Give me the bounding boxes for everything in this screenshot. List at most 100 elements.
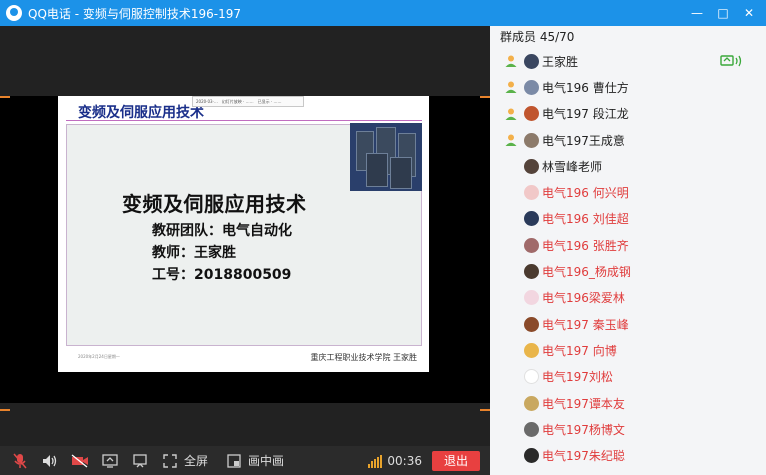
member-name: 电气197朱纪聪 (542, 449, 625, 464)
slide-main-title: 变频及伺服应用技术 (122, 192, 307, 216)
frame-corner (480, 96, 490, 106)
member-row[interactable]: 电气196 刘佳超 (490, 206, 766, 232)
avatar (524, 185, 539, 201)
avatar (524, 158, 539, 174)
toolbar-item: 幻灯片放映 · …… (221, 98, 254, 104)
avatar (524, 132, 539, 148)
slide-teacher: 教师：王家胜 (152, 245, 236, 261)
member-list[interactable]: 王家胜电气196 曹仕方 电气197 段江龙 电气197王成意 林雪峰老师电气196 … (490, 48, 766, 469)
member-host-icon (504, 54, 518, 68)
member-row[interactable]: 电气196 张胜齐 (490, 232, 766, 258)
member-row[interactable]: 电气197杨博文 (490, 416, 766, 442)
member-host-icon (504, 107, 518, 121)
member-row[interactable]: 电气197谭本友 (490, 390, 766, 416)
close-button[interactable]: ✕ (736, 0, 762, 26)
screen-sharing-icon (720, 54, 746, 68)
avatar (524, 211, 539, 227)
member-name: 电气197 秦玉峰 (542, 317, 629, 332)
avatar (524, 290, 539, 306)
member-host-icon (504, 80, 518, 94)
avatar (524, 421, 539, 437)
call-controls-bar: 全屏 画中画 00:36 退出 (0, 446, 490, 475)
window-controls: — □ ✕ (684, 0, 762, 26)
member-name: 电气196梁爱林 (542, 291, 625, 306)
avatar (524, 53, 539, 69)
speaker-icon[interactable] (40, 452, 60, 470)
member-row[interactable]: 电气196梁爱林 (490, 285, 766, 311)
window-title: QQ电话 - 变频与伺服控制技术196-197 (28, 6, 241, 21)
member-name: 电气197刘松 (542, 370, 613, 385)
member-name: 电气197谭本友 (542, 396, 625, 411)
toolbar-item: 已显示 · …… (257, 98, 282, 104)
member-name: 电气196 刘佳超 (542, 212, 629, 227)
microphone-muted-icon[interactable] (10, 452, 30, 470)
slide-footer-school: 重庆工程职业技术学院 王家胜 (310, 353, 417, 362)
member-name: 电气197杨博文 (542, 422, 625, 437)
member-count: 群成员 45/70 (500, 30, 575, 44)
shared-slide: 变频及伺服应用技术 2020·03·… 幻灯片放映 · …… 已显示 · …… … (58, 96, 429, 372)
frame-corner (0, 96, 10, 106)
avatar (524, 106, 539, 122)
member-name: 林雪峰老师 (542, 159, 603, 174)
call-timer: 00:36 (387, 453, 422, 468)
member-row[interactable]: 电气197 段江龙 (490, 101, 766, 127)
member-name: 王家胜 (542, 54, 579, 69)
avatar (524, 395, 539, 411)
signal-bar (368, 463, 371, 468)
member-row[interactable]: 电气196 何兴明 (490, 179, 766, 205)
qq-call-window: QQ电话 - 变频与伺服控制技术196-197 — □ ✕ 变频及伺服应用技术 … (0, 0, 766, 475)
avatar (524, 448, 539, 464)
avatar (524, 264, 539, 280)
member-row[interactable]: 电气197刘松 (490, 364, 766, 390)
avatar (524, 237, 539, 253)
avatar (524, 316, 539, 332)
member-row[interactable]: 林雪峰老师 (490, 153, 766, 179)
maximize-button[interactable]: □ (710, 0, 736, 26)
picture-in-picture-button[interactable]: 画中画 (248, 452, 284, 469)
title-bar: QQ电话 - 变频与伺服控制技术196-197 — □ ✕ (0, 0, 766, 26)
member-name: 电气196 张胜齐 (542, 238, 629, 253)
member-name: 电气197 向博 (542, 343, 617, 358)
member-host-icon (504, 133, 518, 147)
frame-corner (480, 401, 490, 411)
signal-bar (371, 461, 374, 468)
exit-button[interactable]: 退出 (432, 450, 480, 471)
share-screen-icon[interactable] (100, 452, 120, 470)
minimize-button[interactable]: — (684, 0, 710, 26)
member-name: 电气197王成意 (542, 133, 625, 148)
fullscreen-button[interactable]: 全屏 (184, 452, 208, 469)
member-row[interactable]: 王家胜 (490, 48, 766, 74)
frame-corner (0, 401, 10, 411)
inverter-cabinet-image (350, 123, 422, 191)
signal-bar (380, 454, 383, 468)
member-row[interactable]: 电气197王成意 (490, 127, 766, 153)
member-name: 电气196 曹仕方 (542, 80, 629, 95)
signal-bar (374, 459, 377, 468)
member-panel: 群成员 45/70 王家胜电气196 曹仕方 电气197 段江龙 电气197王成意林… (490, 26, 766, 475)
avatar (524, 369, 539, 385)
qq-call-logo-icon (6, 5, 22, 21)
presentation-toolbar: 2020·03·… 幻灯片放映 · …… 已显示 · …… (192, 96, 304, 107)
member-row[interactable]: 电气197 向博 (490, 337, 766, 363)
slide-staff-no: 工号：2018800509 (152, 267, 292, 283)
signal-bar (377, 456, 380, 468)
fullscreen-icon[interactable] (160, 452, 180, 470)
member-name: 电气196_杨成钢 (542, 265, 631, 280)
avatar (524, 342, 539, 358)
toolbar-item: 2020·03·… (196, 99, 218, 104)
member-row[interactable]: 电气196_杨成钢 (490, 258, 766, 284)
picture-in-picture-icon[interactable] (224, 452, 244, 470)
member-row[interactable]: 电气197朱纪聪 (490, 442, 766, 468)
camera-off-icon[interactable] (70, 452, 90, 470)
slide-header: 变频及伺服应用技术 (78, 105, 204, 121)
member-name: 电气197 段江龙 (542, 107, 629, 122)
presentation-icon[interactable] (130, 452, 150, 470)
signal-strength-icon (368, 454, 383, 468)
slide-team: 教研团队：电气自动化 (152, 223, 292, 239)
slide-footer-date: 2020年2月24日星期一 (78, 354, 120, 359)
member-row[interactable]: 电气197 秦玉峰 (490, 311, 766, 337)
avatar (524, 79, 539, 95)
member-row[interactable]: 电气196 曹仕方 (490, 74, 766, 100)
member-name: 电气196 何兴明 (542, 186, 629, 201)
slide-divider (66, 120, 422, 121)
